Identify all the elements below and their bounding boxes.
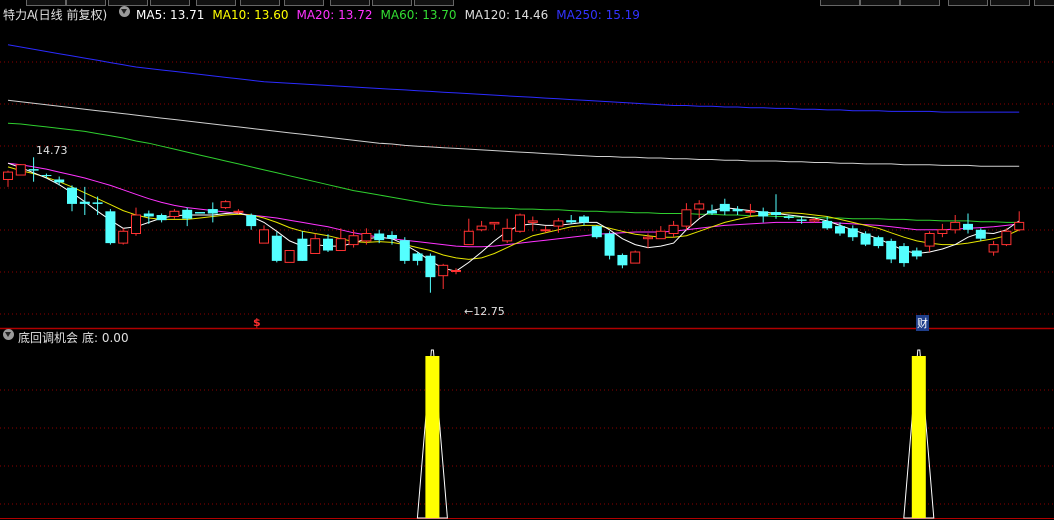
- candle-body-up: [527, 220, 538, 223]
- candle-body-down: [835, 226, 845, 234]
- ma60-line: [7, 122, 1020, 223]
- candle-body-down: [591, 226, 602, 238]
- candle-body-up: [924, 233, 935, 247]
- ma120-line: [7, 99, 1020, 167]
- marker-cai[interactable]: 财: [916, 315, 929, 331]
- candle-body-down: [399, 240, 410, 261]
- candle-body-up: [745, 210, 756, 213]
- indicator-name[interactable]: 底回调机会: [18, 329, 78, 347]
- candle-body-up: [694, 203, 705, 210]
- high-price-label: 14.73: [36, 144, 68, 157]
- candle-body-up: [220, 201, 231, 209]
- candle-body-up: [540, 229, 551, 232]
- candle-body-down: [771, 212, 781, 215]
- candle-body-up: [3, 171, 13, 180]
- candle-body-down: [822, 220, 833, 229]
- candle-body-down: [847, 228, 858, 238]
- candle-body-down: [92, 202, 103, 204]
- candle-body-down: [707, 210, 717, 214]
- signal-bar: [911, 356, 926, 518]
- candle-body-up: [259, 229, 269, 244]
- candle-body-up: [950, 221, 961, 231]
- candle-body-down: [374, 233, 385, 241]
- indicator-header: 底回调机会 底: 0.00: [0, 329, 1054, 347]
- low-price-label: ←12.75: [464, 305, 505, 318]
- candle-body-down: [566, 220, 577, 223]
- candle-body-up: [310, 238, 321, 254]
- candle-body-down: [783, 216, 794, 218]
- candle-body-down: [719, 203, 730, 212]
- indicator-value: 底: 0.00: [82, 331, 129, 345]
- marker-s[interactable]: $: [253, 316, 261, 329]
- candle-body-down: [271, 235, 282, 261]
- candle-body-up: [489, 221, 500, 225]
- candle-body-down: [79, 201, 90, 204]
- candle-body-up: [463, 230, 474, 246]
- ma10-line: [7, 166, 1020, 260]
- candle-body-down: [873, 237, 884, 247]
- candle-body-down: [579, 216, 589, 223]
- candle-body-down: [425, 255, 436, 278]
- candle-body-down: [246, 215, 257, 227]
- candle-body-down: [105, 211, 116, 244]
- candle-body-up: [681, 209, 692, 227]
- candle-body-up: [118, 230, 129, 244]
- candle-body-down: [28, 169, 39, 171]
- signal-bar: [425, 356, 440, 518]
- candle-body-up: [643, 236, 653, 240]
- candle-body-up: [169, 210, 180, 217]
- candle-body-up: [335, 238, 346, 252]
- candle-body-down: [323, 238, 333, 251]
- price-chart[interactable]: [0, 0, 1054, 520]
- indicator-menu-icon[interactable]: [3, 329, 14, 340]
- candle-body-down: [886, 240, 897, 260]
- candle-body-up: [515, 214, 525, 232]
- candle-body-down: [617, 254, 628, 266]
- candle-body-up: [655, 230, 666, 240]
- candle-body-up: [233, 210, 244, 213]
- candle-body-down: [195, 212, 205, 214]
- candle-body-up: [1001, 230, 1012, 246]
- candle-body-down: [41, 175, 52, 177]
- candle-body-down: [412, 253, 423, 261]
- candle-body-down: [297, 238, 308, 261]
- candle-body-up: [284, 250, 295, 263]
- candle-body-up: [131, 214, 141, 234]
- candle-body-up: [502, 227, 513, 242]
- candle-body-down: [387, 234, 397, 239]
- candle-body-down: [182, 209, 193, 219]
- candle-body-down: [604, 233, 615, 256]
- candle-body-up: [361, 233, 372, 242]
- candle-body-down: [796, 219, 807, 221]
- candle-body-down: [758, 211, 769, 217]
- candle-body-down: [963, 223, 973, 230]
- candle-body-down: [67, 187, 77, 204]
- candle-body-up: [348, 235, 359, 246]
- candle-body-up: [451, 270, 461, 272]
- candle-body-down: [54, 179, 65, 183]
- candle-body-up: [15, 164, 26, 176]
- candle-body-up: [438, 264, 449, 277]
- ma250-line: [7, 44, 1020, 113]
- candle-body-up: [809, 218, 820, 222]
- candle-body-down: [207, 209, 218, 214]
- candle-body-up: [630, 251, 641, 264]
- candle-body-up: [988, 244, 999, 253]
- candle-body-up: [1014, 221, 1025, 231]
- candle-body-down: [860, 233, 871, 245]
- candle-body-down: [911, 250, 922, 257]
- candle-body-up: [668, 224, 679, 235]
- candle-body-down: [899, 246, 909, 264]
- candle-body-up: [553, 220, 564, 227]
- candle-body-up: [476, 225, 487, 231]
- candle-body-down: [975, 229, 986, 239]
- candle-body-up: [937, 229, 948, 235]
- candle-body-down: [143, 213, 154, 217]
- candle-body-down: [732, 209, 743, 212]
- candle-body-down: [156, 215, 167, 221]
